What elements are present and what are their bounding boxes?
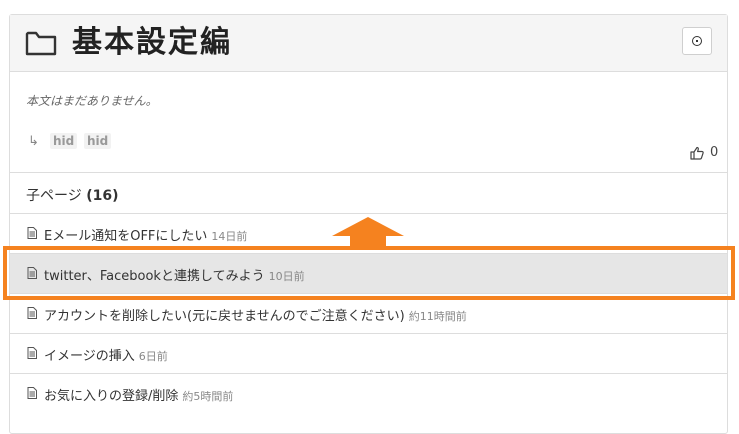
- list-item-link[interactable]: イメージの挿入 6日前: [44, 345, 168, 364]
- list-item-time: 約5時間前: [182, 390, 234, 403]
- highlight-arrow-icon: [332, 217, 404, 247]
- list-item-link[interactable]: お気に入りの登録/削除 約5時間前: [44, 385, 233, 404]
- list-item-title[interactable]: お気に入りの登録/削除: [44, 389, 178, 404]
- divider: [10, 172, 727, 173]
- page-body-text: 本文はまだありません。: [26, 94, 158, 108]
- list-item[interactable]: イメージの挿入 6日前: [10, 333, 727, 373]
- like-count: 0: [710, 145, 719, 160]
- list-item-title[interactable]: Eメール通知をOFFにしたい: [44, 229, 207, 244]
- children-heading: 子ページ (16): [26, 185, 118, 205]
- children-heading-label: 子ページ: [26, 188, 82, 204]
- watch-button[interactable]: [682, 27, 712, 55]
- tag-arrow-icon: ↳: [28, 134, 39, 149]
- document-icon: [27, 387, 37, 399]
- document-icon: [27, 307, 37, 319]
- tag-item[interactable]: hid: [50, 133, 78, 149]
- list-item-link[interactable]: Eメール通知をOFFにしたい 14日前: [44, 225, 247, 244]
- list-item-link[interactable]: アカウントを削除したい(元に戻せませんのでご注意ください) 約11時間前: [44, 305, 467, 324]
- list-item[interactable]: お気に入りの登録/削除 約5時間前: [10, 373, 727, 413]
- list-item-title[interactable]: イメージの挿入: [44, 349, 135, 364]
- list-item-time: 6日前: [138, 350, 168, 363]
- children-count: (16): [86, 188, 119, 204]
- document-icon: [27, 227, 37, 239]
- highlight-box: [3, 246, 735, 300]
- page-header: 基本設定編: [10, 15, 727, 72]
- tag-item[interactable]: hid: [84, 133, 112, 149]
- document-icon: [27, 347, 37, 359]
- folder-icon: [25, 31, 57, 56]
- page-title: 基本設定編: [72, 25, 232, 60]
- list-item-time: 14日前: [211, 230, 248, 243]
- list-item-title[interactable]: アカウントを削除したい(元に戻せませんのでご注意ください): [44, 309, 405, 324]
- thumbs-up-icon[interactable]: [690, 146, 704, 160]
- list-item-time: 約11時間前: [408, 310, 467, 323]
